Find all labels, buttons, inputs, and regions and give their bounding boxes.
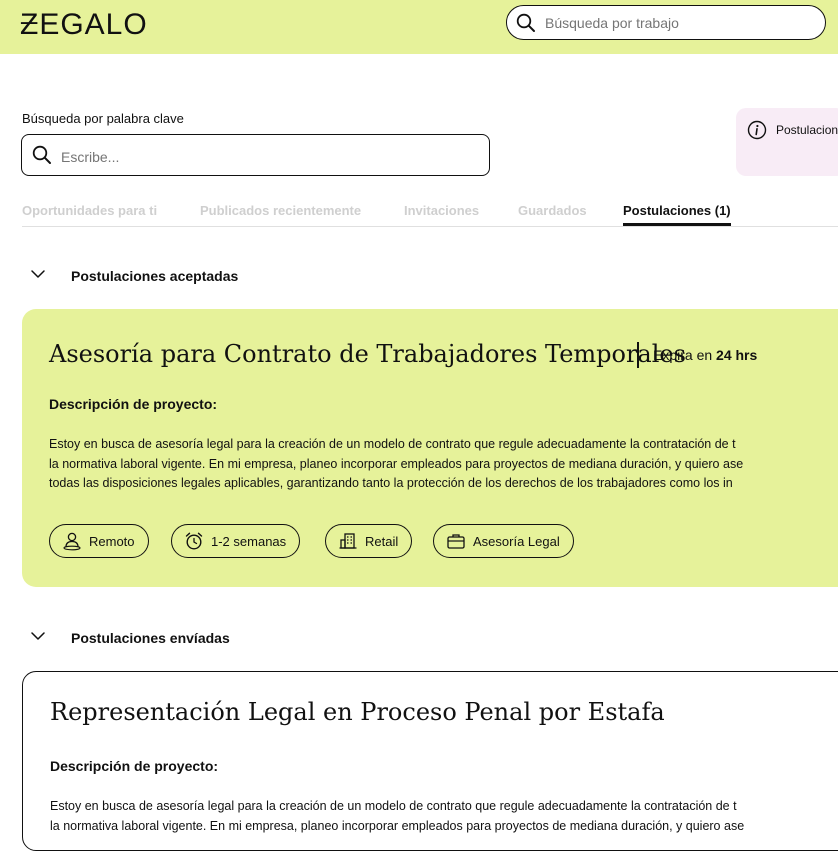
briefcase-icon	[446, 531, 466, 551]
tag-label: Asesoría Legal	[473, 533, 560, 549]
job-title[interactable]: Representación Legal en Proceso Penal po…	[50, 698, 665, 726]
description-label: Descripción de proyecto:	[49, 396, 218, 412]
job-search-box[interactable]	[506, 5, 826, 40]
tab-postulaciones[interactable]: Postulaciones (1)	[623, 203, 731, 226]
tag-label: 1-2 semanas	[211, 533, 287, 549]
sent-job-card[interactable]: Representación Legal en Proceso Penal po…	[22, 671, 838, 851]
chevron-down-icon[interactable]	[30, 628, 46, 644]
keyword-search-box[interactable]	[21, 134, 490, 176]
tab-invitaciones[interactable]: Invitaciones	[404, 203, 479, 218]
job-search-input[interactable]	[543, 12, 817, 34]
tag-duracion: 1-2 semanas	[171, 524, 301, 558]
tab-bar: Oportunidades para ti Publicados recient…	[22, 201, 838, 227]
description-line: la normativa laboral vigente. En mi empr…	[50, 818, 745, 833]
expiration-label: Expira en 24 hrs	[653, 347, 757, 363]
keyword-search-label: Búsqueda por palabra clave	[22, 111, 184, 126]
description-text: Estoy en busca de asesoría legal para la…	[50, 797, 838, 836]
tag-area: Asesoría Legal	[433, 524, 574, 558]
description-line: Estoy en busca de asesoría legal para la…	[49, 437, 736, 451]
search-icon	[32, 145, 52, 165]
info-banner-text: Postulacion	[776, 123, 838, 137]
section-sent-title: Postulaciones envíadas	[71, 630, 230, 646]
section-accepted-title: Postulaciones aceptadas	[71, 268, 239, 284]
job-title[interactable]: Asesoría para Contrato de Trabajadores T…	[49, 340, 686, 368]
tab-publicados-recientemente[interactable]: Publicados recientemente	[200, 203, 361, 218]
description-label: Descripción de proyecto:	[50, 758, 219, 774]
info-icon	[747, 120, 767, 140]
info-banner: Postulacion	[736, 108, 838, 176]
expiration-prefix: Expira en	[653, 347, 713, 363]
alarm-clock-icon	[184, 531, 204, 551]
top-header: ƵEGALO	[0, 0, 838, 54]
keyword-search-input[interactable]	[59, 146, 463, 168]
expiration-value: 24 hrs	[716, 347, 758, 363]
building-icon	[338, 531, 358, 551]
description-line: todas las disposiciones legales aplicabl…	[49, 476, 733, 490]
person-location-icon	[62, 531, 82, 551]
tab-oportunidades[interactable]: Oportunidades para ti	[22, 203, 157, 218]
logo[interactable]: ƵEGALO	[20, 8, 148, 42]
title-divider	[637, 342, 639, 368]
tag-industria: Retail	[325, 524, 413, 558]
tag-label: Remoto	[89, 533, 135, 549]
tag-label: Retail	[365, 533, 399, 549]
tab-guardados[interactable]: Guardados	[518, 203, 587, 218]
description-line: la normativa laboral vigente. En mi empr…	[49, 456, 744, 471]
chevron-down-icon[interactable]	[30, 266, 46, 282]
description-line: Estoy en busca de asesoría legal para la…	[50, 799, 737, 813]
search-icon	[516, 13, 536, 33]
tag-remoto: Remoto	[49, 524, 149, 558]
description-text: Estoy en busca de asesoría legal para la…	[49, 435, 838, 494]
accepted-job-card[interactable]: Asesoría para Contrato de Trabajadores T…	[22, 309, 838, 587]
